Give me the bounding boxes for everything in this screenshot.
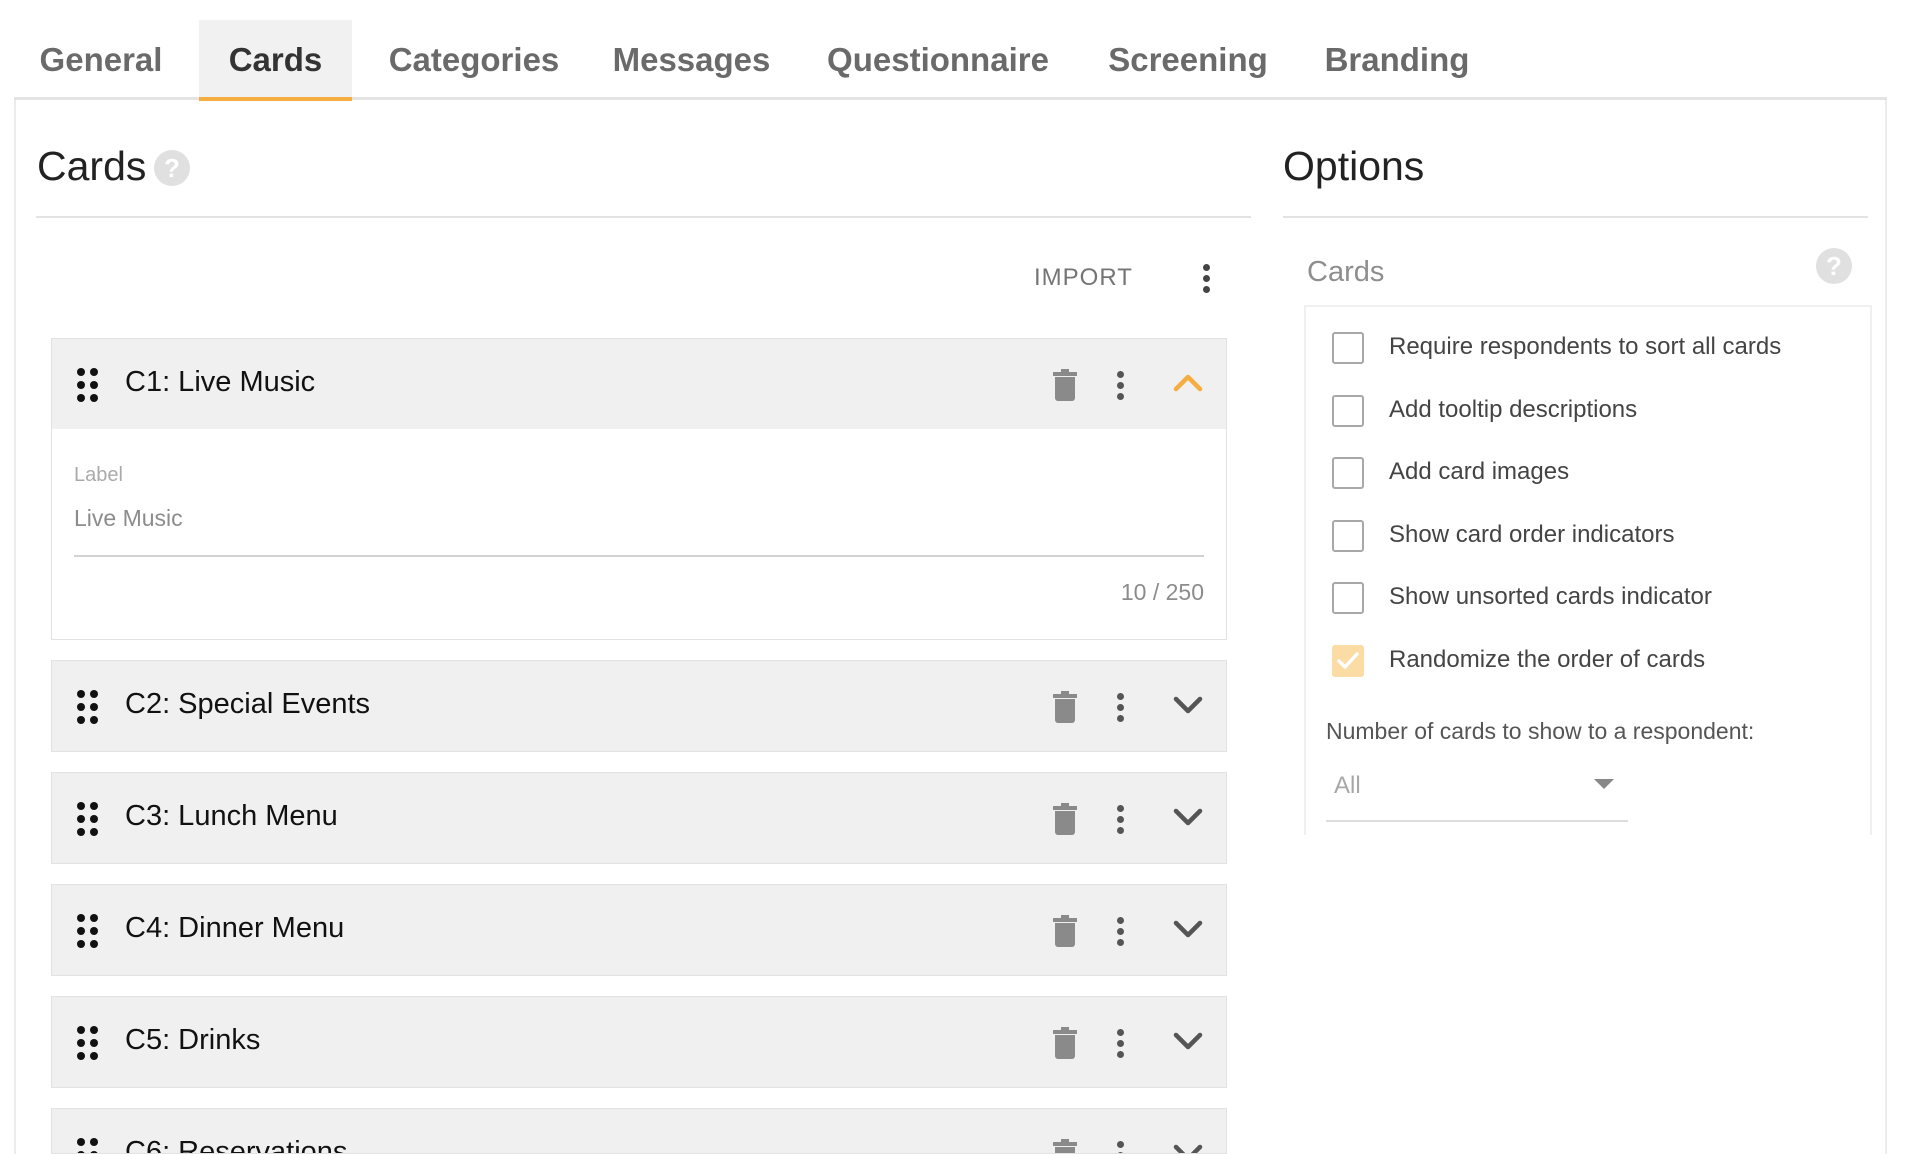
card-item[interactable]: C6: Reservations: [51, 1108, 1227, 1154]
checkbox[interactable]: [1332, 582, 1364, 614]
chevron-down-icon[interactable]: [1173, 1137, 1203, 1153]
card-more-icon[interactable]: [1114, 917, 1126, 950]
chevron-up-icon[interactable]: [1173, 367, 1203, 397]
card-item[interactable]: C3: Lunch Menu: [51, 772, 1227, 864]
card-title: C3: Lunch Menu: [125, 800, 338, 832]
tab-bar: General Cards Categories Messages Questi…: [14, 20, 1887, 101]
checkbox[interactable]: [1332, 395, 1364, 427]
dropdown-caret-icon: [1594, 779, 1614, 789]
option-label: Require respondents to sort all cards: [1389, 333, 1782, 360]
card-item[interactable]: C2: Special Events: [51, 660, 1227, 752]
card-title: C4: Dinner Menu: [125, 912, 345, 944]
label-input-underline: [74, 555, 1204, 557]
trash-icon[interactable]: [1053, 1027, 1077, 1059]
num-cards-value: All: [1334, 772, 1361, 799]
tab-general[interactable]: General: [36, 20, 166, 100]
card-edit-form: Label 10 / 250: [52, 429, 1226, 639]
label-field-label: Label: [74, 464, 123, 486]
chevron-down-icon[interactable]: [1173, 801, 1203, 831]
import-button[interactable]: IMPORT: [1034, 264, 1133, 292]
tab-questionnaire[interactable]: Questionnaire: [818, 20, 1058, 100]
card-item[interactable]: C5: Drinks: [51, 996, 1227, 1088]
chevron-down-icon[interactable]: [1173, 913, 1203, 943]
cards-heading: Cards: [37, 143, 147, 189]
question-mark-icon[interactable]: ?: [1816, 248, 1852, 284]
chevron-down-icon[interactable]: [1173, 689, 1203, 719]
drag-handle-icon[interactable]: [77, 368, 99, 402]
trash-icon[interactable]: [1053, 1139, 1077, 1153]
drag-handle-icon[interactable]: [77, 690, 99, 724]
card-more-icon[interactable]: [1114, 371, 1126, 404]
drag-handle-icon[interactable]: [77, 802, 99, 836]
card-header[interactable]: C1: Live Music: [52, 339, 1226, 429]
card-title: C5: Drinks: [125, 1024, 261, 1056]
num-cards-select[interactable]: All: [1326, 762, 1628, 822]
question-mark-icon[interactable]: ?: [154, 150, 190, 186]
options-group-title: Cards: [1307, 256, 1385, 288]
tab-messages[interactable]: Messages: [604, 20, 779, 100]
option-label: Randomize the order of cards: [1389, 646, 1706, 673]
options-heading: Options: [1283, 143, 1425, 189]
checkbox[interactable]: [1332, 520, 1364, 552]
option-label: Add tooltip descriptions: [1389, 396, 1638, 423]
card-more-icon[interactable]: [1114, 1141, 1126, 1153]
tab-categories[interactable]: Categories: [381, 20, 567, 100]
trash-icon[interactable]: [1053, 691, 1077, 723]
chevron-down-icon[interactable]: [1173, 1025, 1203, 1055]
num-cards-label: Number of cards to show to a respondent:: [1326, 718, 1755, 744]
tab-branding[interactable]: Branding: [1319, 20, 1475, 100]
label-input[interactable]: [74, 505, 1204, 532]
option-label: Show unsorted cards indicator: [1389, 583, 1712, 610]
option-label: Add card images: [1389, 458, 1570, 485]
drag-handle-icon[interactable]: [77, 1026, 99, 1060]
drag-handle-icon[interactable]: [77, 1138, 99, 1153]
option-label: Show card order indicators: [1389, 521, 1675, 548]
trash-icon[interactable]: [1053, 915, 1077, 947]
tab-cards[interactable]: Cards: [199, 20, 352, 101]
checkbox-checked[interactable]: [1332, 645, 1364, 677]
drag-handle-icon[interactable]: [77, 914, 99, 948]
card-title: C1: Live Music: [125, 366, 316, 398]
card-more-icon[interactable]: [1114, 693, 1126, 726]
cards-heading-divider: [36, 216, 1251, 218]
card-more-icon[interactable]: [1114, 805, 1126, 838]
options-group: [1304, 305, 1872, 835]
card-item[interactable]: C4: Dinner Menu: [51, 884, 1227, 976]
checkbox[interactable]: [1332, 457, 1364, 489]
character-counter: 10 / 250: [1120, 579, 1204, 605]
more-options-icon[interactable]: [1200, 264, 1212, 297]
trash-icon[interactable]: [1053, 803, 1077, 835]
trash-icon[interactable]: [1053, 369, 1077, 401]
card-title: C6: Reservations: [125, 1136, 348, 1154]
checkbox[interactable]: [1332, 332, 1364, 364]
tab-screening[interactable]: Screening: [1095, 20, 1281, 100]
card-item: C1: Live Music Label 10 / 250: [51, 338, 1227, 640]
card-more-icon[interactable]: [1114, 1029, 1126, 1062]
check-icon: [1337, 652, 1359, 669]
card-title: C2: Special Events: [125, 688, 371, 720]
options-heading-divider: [1283, 216, 1868, 218]
